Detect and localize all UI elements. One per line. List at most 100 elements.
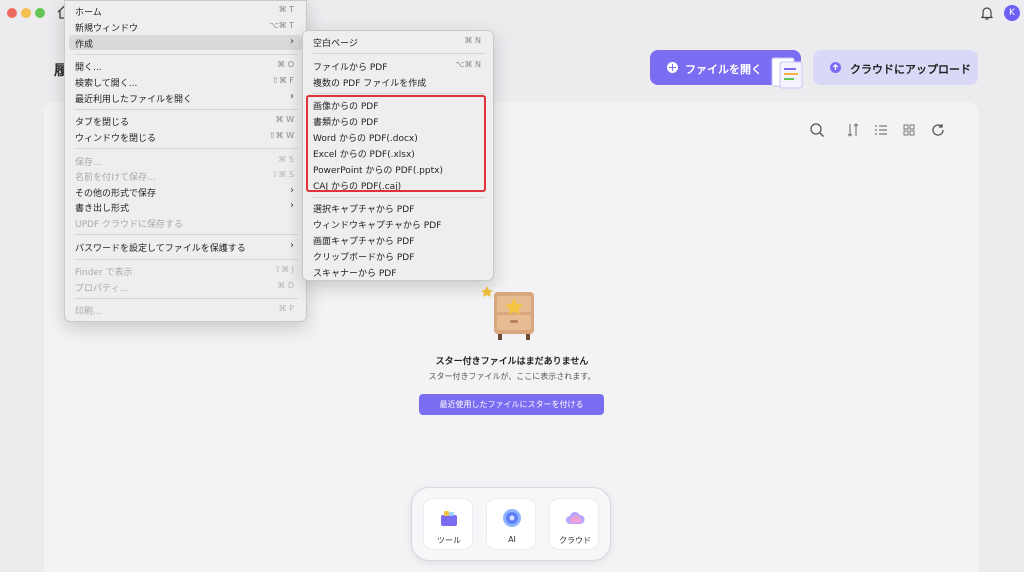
menu-item-pdf-from-window-capture[interactable]: ウィンドウキャプチャから PDF [307, 216, 489, 231]
menu-item-home[interactable]: ホーム ⌘ T [69, 3, 302, 18]
menu-item-label: スキャナーから PDF [313, 269, 397, 279]
menu-item-shortcut: ⌘ W [275, 115, 294, 124]
menu-item-new-window[interactable]: 新規ウィンドウ ⌥⌘ T [69, 19, 302, 34]
menu-item-password-protect[interactable]: パスワードを設定してファイルを保護する › [69, 239, 302, 254]
menu-item-properties: プロパティ... ⌘ D [69, 279, 302, 294]
upload-to-cloud-label: クラウドにアップロード [850, 63, 971, 76]
menu-item-shortcut: ⌘ P [278, 304, 294, 313]
menu-item-pdf-from-scanner[interactable]: スキャナーから PDF [307, 264, 489, 279]
menu-divider [75, 234, 298, 235]
menu-item-label: ファイルから PDF [313, 63, 388, 73]
file-menu: ホーム ⌘ T 新規ウィンドウ ⌥⌘ T 作成 › 開く... ⌘ O 検索して開く..… [64, 0, 307, 322]
menu-item-label: 空白ページ [313, 39, 358, 49]
menu-item-print: 印刷... ⌘ P [69, 302, 302, 317]
refresh-icon[interactable] [930, 122, 946, 138]
dock-item-label: ツール [437, 536, 461, 545]
menu-item-create-multiple-pdf[interactable]: 複数の PDF ファイルを作成 [307, 74, 489, 89]
maximize-window-button[interactable] [35, 8, 45, 18]
list-view-icon[interactable] [873, 122, 889, 138]
chevron-right-icon: › [290, 91, 294, 102]
menu-item-label: ウィンドウキャプチャから PDF [313, 221, 442, 231]
star-recent-files-button[interactable]: 最近使用したファイルにスターを付ける [419, 394, 604, 415]
close-window-button[interactable] [7, 8, 17, 18]
menu-item-pdf-from-file[interactable]: ファイルから PDF ⌥⌘ N [307, 58, 489, 73]
menu-item-create[interactable]: 作成 › [69, 35, 302, 50]
menu-item-shortcut: ⌥⌘ N [455, 60, 481, 69]
minimize-window-button[interactable] [21, 8, 31, 18]
plus-icon [667, 62, 678, 73]
menu-divider [75, 54, 298, 55]
menu-item-show-in-finder: Finder で表示 ⇧⌘ J [69, 263, 302, 278]
menu-item-shortcut: ⌘ D [277, 281, 294, 290]
upload-arrow-icon [830, 62, 841, 73]
menu-item-label: 新規ウィンドウ [75, 24, 139, 34]
menu-item-open[interactable]: 開く... ⌘ O [69, 58, 302, 73]
menu-item-open-recent[interactable]: 最近利用したファイルを開く › [69, 90, 302, 105]
menu-item-close-window[interactable]: ウィンドウを閉じる ⇧⌘ W [69, 129, 302, 144]
sort-icon[interactable] [845, 122, 861, 138]
menu-item-shortcut: ⇧⌘ S [271, 170, 294, 179]
grid-view-icon[interactable] [901, 122, 917, 138]
search-icon[interactable] [809, 122, 825, 138]
empty-state-subtitle: スター付きファイルが、ここに表示されます。 [428, 372, 596, 381]
menu-item-label: Finder で表示 [75, 268, 133, 278]
menu-item-label: 作成 [75, 40, 94, 50]
highlight-annotation-box [306, 95, 486, 192]
menu-divider [75, 148, 298, 149]
menu-item-shortcut: ⇧⌘ F [272, 76, 294, 85]
empty-state-title: スター付きファイルはまだありません [435, 357, 589, 367]
bell-icon[interactable] [979, 5, 995, 21]
menu-item-label: 保存... [75, 158, 102, 168]
menu-item-label: 書き出し形式 [75, 204, 130, 214]
menu-item-label: クリップボードから PDF [313, 253, 415, 263]
menu-item-label: ホーム [75, 8, 102, 18]
dock-item-tools[interactable]: ツール [423, 498, 473, 550]
menu-item-label: 検索して開く... [75, 79, 138, 89]
cabinet-illustration-icon [482, 286, 534, 340]
chevron-right-icon: › [290, 185, 294, 196]
menu-item-label: 画面キャプチャから PDF [313, 237, 415, 247]
menu-divider [75, 298, 298, 299]
menu-item-shortcut: ⌘ O [277, 60, 294, 69]
menu-item-label: タブを閉じる [75, 118, 130, 128]
menu-item-save-other-format[interactable]: その他の形式で保存 › [69, 184, 302, 199]
menu-divider [313, 93, 485, 94]
chevron-right-icon: › [290, 240, 294, 251]
menu-item-label: パスワードを設定してファイルを保護する [75, 244, 246, 254]
menu-item-pdf-from-clipboard[interactable]: クリップボードから PDF [307, 248, 489, 263]
avatar[interactable]: K [1004, 5, 1020, 21]
menu-item-label: 印刷... [75, 307, 102, 317]
cloud-icon [566, 511, 585, 524]
menu-item-pdf-from-screen-capture[interactable]: 画面キャプチャから PDF [307, 232, 489, 247]
upload-to-cloud-button[interactable]: クラウドにアップロード [813, 50, 978, 85]
menu-item-label: 選択キャプチャから PDF [313, 205, 415, 215]
menu-item-blank-page[interactable]: 空白ページ ⌘ N [307, 34, 489, 49]
dock-item-ai[interactable]: AI [486, 498, 536, 550]
menu-divider [313, 197, 485, 198]
menu-item-label: 開く... [75, 63, 102, 73]
dock-item-label: クラウド [559, 536, 591, 545]
menu-divider [75, 109, 298, 110]
dock-item-cloud[interactable]: クラウド [549, 498, 599, 550]
open-file-label: ファイルを開く [685, 63, 762, 76]
toolbox-icon [441, 511, 457, 526]
menu-item-close-tab[interactable]: タブを閉じる ⌘ W [69, 113, 302, 128]
menu-item-label: プロパティ... [75, 284, 129, 294]
menu-item-shortcut: ⌘ S [278, 155, 294, 164]
dock-item-label: AI [508, 535, 516, 544]
menu-item-export-format[interactable]: 書き出し形式 › [69, 199, 302, 214]
menu-item-label: ウィンドウを閉じる [75, 134, 157, 144]
menu-item-shortcut: ⌘ N [464, 36, 481, 45]
menu-item-save: 保存... ⌘ S [69, 153, 302, 168]
menu-item-label: 複数の PDF ファイルを作成 [313, 79, 427, 89]
menu-item-search-open[interactable]: 検索して開く... ⇧⌘ F [69, 74, 302, 89]
menu-item-shortcut: ⇧⌘ W [268, 131, 294, 140]
menu-item-pdf-from-selection-capture[interactable]: 選択キャプチャから PDF [307, 200, 489, 215]
menu-item-label: その他の形式で保存 [75, 189, 157, 199]
menu-item-save-to-cloud: UPDF クラウドに保存する [69, 215, 302, 230]
menu-item-label: UPDF クラウドに保存する [75, 220, 183, 230]
menu-divider [75, 259, 298, 260]
chevron-right-icon: › [290, 200, 294, 211]
documents-illustration-icon [771, 57, 803, 89]
menu-item-shortcut: ⌥⌘ T [269, 21, 294, 30]
